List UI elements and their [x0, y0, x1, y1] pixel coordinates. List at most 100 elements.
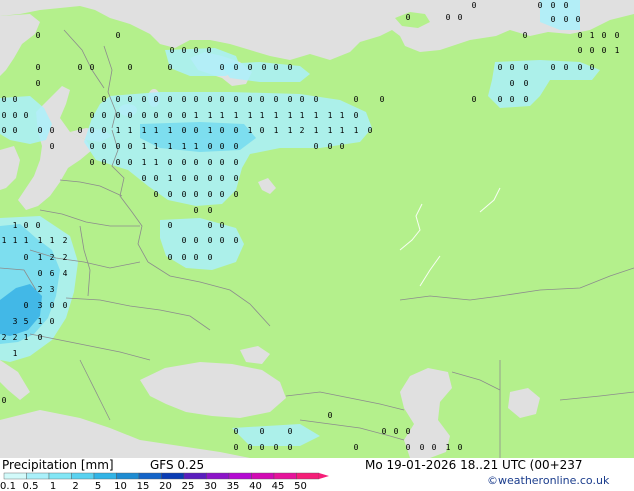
precip-marker: 0 [170, 46, 175, 55]
precip-marker: 0 [168, 221, 173, 230]
precipitation-map: 0 0 00 0 0 00 0 00 0 0 0 1 0 00 0 0 0 0 0 0 10 0 0 0 0 0 0 0 0 0 0 0 0 0 0… [0, 0, 634, 458]
precip-marker: 1 [154, 126, 159, 135]
precip-marker: 0 [194, 158, 199, 167]
legend-swatch [93, 472, 117, 480]
precip-marker: 6 [50, 269, 55, 278]
precip-marker: 1 [248, 111, 253, 120]
precip-marker: 1 [116, 126, 121, 135]
precip-marker: 1 [234, 111, 239, 120]
precip-marker: 0 [182, 158, 187, 167]
precip-marker: 5 [24, 317, 29, 326]
precip-marker: 2 [63, 236, 68, 245]
precip-marker: 0 [208, 142, 213, 151]
precip-marker: 0 [194, 174, 199, 183]
precip-marker: 0 [260, 95, 265, 104]
precip-marker: 0 [194, 126, 199, 135]
precip-marker: 0 [220, 174, 225, 183]
precip-marker: 0 [564, 63, 569, 72]
precip-marker: 0 [220, 142, 225, 151]
precip-marker: 0 [288, 63, 293, 72]
precip-marker: 1 [38, 317, 43, 326]
precip-marker: 0 [90, 158, 95, 167]
precip-marker: 0 [234, 236, 239, 245]
precip-marker: 1 [340, 126, 345, 135]
precip-marker: 0 [168, 63, 173, 72]
precip-marker: 0 [406, 427, 411, 436]
precip-marker: 0 [208, 236, 213, 245]
precip-marker: 0 [248, 95, 253, 104]
precip-marker: 0 [578, 63, 583, 72]
precip-marker: 0 [208, 221, 213, 230]
precip-marker: 0 [154, 190, 159, 199]
precip-marker: 0 [288, 427, 293, 436]
precip-marker: 0 [234, 190, 239, 199]
precip-marker: 1 [142, 142, 147, 151]
legend-swatch [3, 472, 27, 480]
precip-marker: 0 [510, 95, 515, 104]
precip-marker: 0 [102, 111, 107, 120]
precip-marker: 0 [128, 158, 133, 167]
precip-marker: 0 [262, 63, 267, 72]
precip-marker: 0 [590, 63, 595, 72]
precip-marker: 0 [128, 95, 133, 104]
precip-marker: 0 [380, 95, 385, 104]
precip-marker: 0 [354, 443, 359, 452]
precip-marker: 0 [510, 79, 515, 88]
precip-marker: 0 [260, 126, 265, 135]
precip-marker: 1 [194, 111, 199, 120]
credit-link[interactable]: ©weatheronline.co.uk [487, 474, 609, 487]
precip-marker: 0 [300, 95, 305, 104]
valid-time: Mo 19-01-2026 18..21 UTC (00+237 [365, 458, 583, 472]
precip-marker: 0 [615, 31, 620, 40]
precip-marker: 0 [208, 190, 213, 199]
precip-marker: 0 [194, 236, 199, 245]
precip-marker: 0 [288, 95, 293, 104]
precip-marker: 0 [24, 253, 29, 262]
precip-marker: 0 [354, 95, 359, 104]
precip-marker: 0 [248, 63, 253, 72]
precip-marker: 0 [194, 253, 199, 262]
precip-marker: 0 [182, 46, 187, 55]
precip-marker: 0 [220, 221, 225, 230]
precip-marker: 0 [38, 333, 43, 342]
precip-marker: 0 [50, 126, 55, 135]
precip-marker: 0 [78, 63, 83, 72]
precip-marker: 0 [314, 142, 319, 151]
precip-marker: 1 [446, 443, 451, 452]
precip-marker: 1 [142, 158, 147, 167]
precip-marker: 0 [63, 301, 68, 310]
precip-marker: 0 [260, 427, 265, 436]
precip-marker: 2 [2, 333, 7, 342]
precip-marker: 1 [328, 126, 333, 135]
precip-marker: 0 [551, 63, 556, 72]
precip-marker: 0 [538, 1, 543, 10]
precip-marker: 0 [182, 174, 187, 183]
precip-marker: 0 [194, 95, 199, 104]
precip-marker: 0 [208, 174, 213, 183]
precip-marker: 0 [220, 158, 225, 167]
precip-marker: 0 [102, 142, 107, 151]
legend-swatch [116, 472, 140, 480]
precip-marker: 0 [154, 174, 159, 183]
precip-marker: 0 [458, 443, 463, 452]
precip-marker: 1 [50, 236, 55, 245]
precip-marker: 0 [340, 142, 345, 151]
legend-swatch [26, 472, 50, 480]
legend-swatch [183, 472, 207, 480]
legend-arrow [319, 473, 329, 479]
precip-marker: 0 [182, 111, 187, 120]
precip-marker: 1 [154, 158, 159, 167]
precip-marker: 0 [234, 126, 239, 135]
precip-marker: 0 [128, 111, 133, 120]
precip-marker: 0 [24, 221, 29, 230]
precip-marker: 0 [368, 126, 373, 135]
precip-marker: 0 [154, 111, 159, 120]
precip-marker: 2 [38, 285, 43, 294]
precip-marker: 0 [274, 95, 279, 104]
precip-marker: 0 [182, 236, 187, 245]
precip-marker: 0 [564, 1, 569, 10]
precip-marker: 0 [602, 31, 607, 40]
precip-marker: 0 [102, 158, 107, 167]
precip-marker: 0 [154, 95, 159, 104]
precip-marker: 0 [274, 443, 279, 452]
